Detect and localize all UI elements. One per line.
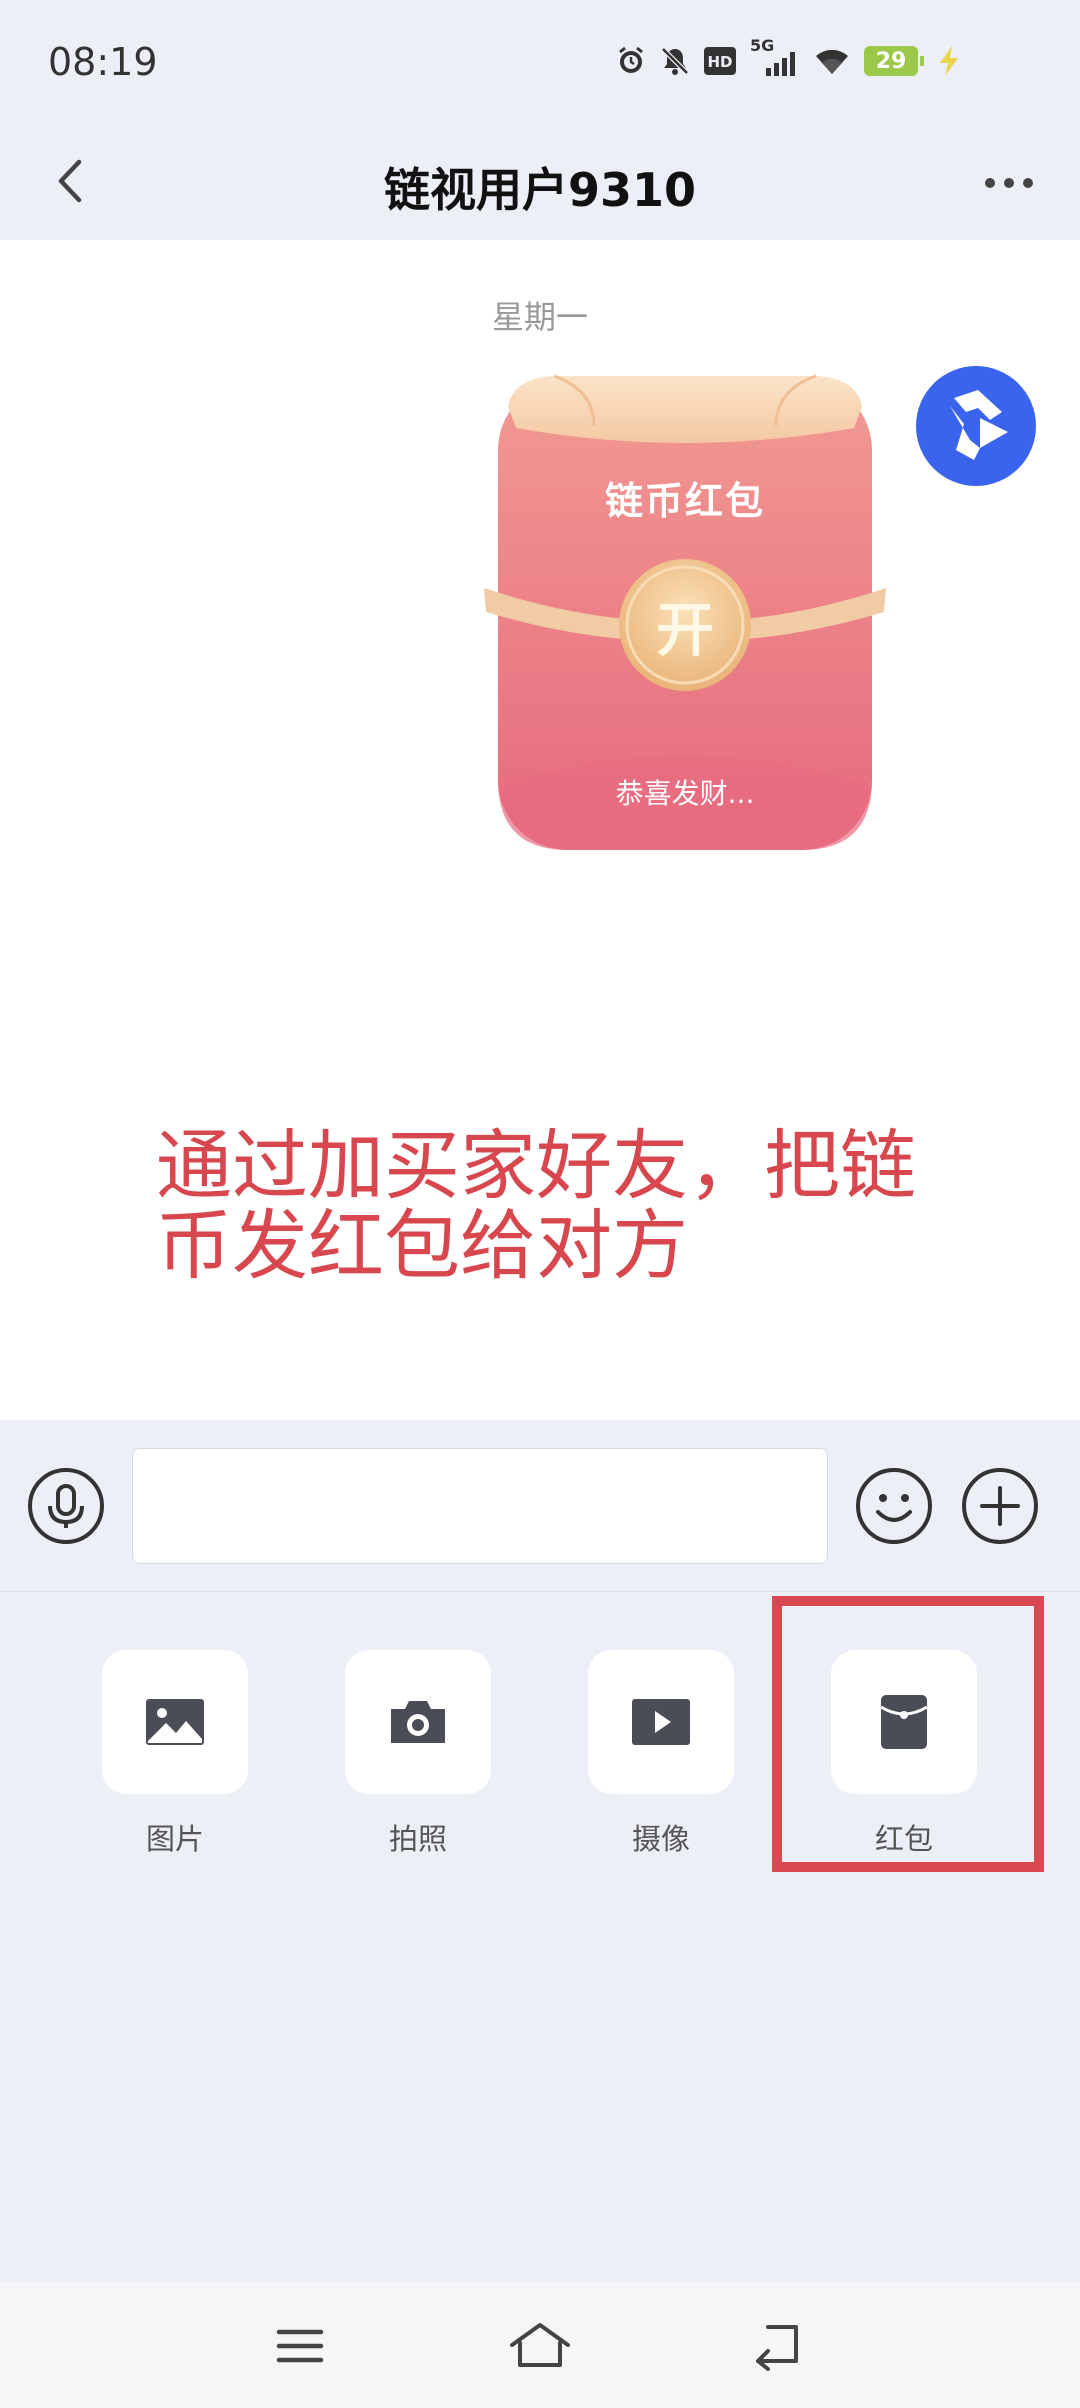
page-title: 链视用户9310 [383,163,697,217]
tool-image-box[interactable] [102,1650,248,1794]
wifi-icon [814,46,850,76]
tool-camera-box[interactable] [345,1650,491,1794]
battery-level: 29 [875,48,907,74]
home-icon [510,2323,570,2367]
message-input[interactable] [132,1448,828,1564]
nav-menu-button[interactable] [260,2306,340,2386]
image-icon [146,1699,204,1745]
tool-video[interactable]: 摄像 [588,1650,734,1858]
tool-video-box[interactable] [588,1650,734,1794]
red-packet-message[interactable]: 链币红包 开 恭喜发财... [484,366,886,860]
red-packet-greeting: 恭喜发财... [615,777,755,810]
status-icons: HD 5G 29 [616,36,960,78]
camera-icon [391,1701,445,1743]
back-icon [756,2325,798,2371]
signal-5g-icon: 5G [750,36,800,78]
alarm-icon [616,46,646,76]
tool-image-label: 图片 [145,1822,204,1856]
plus-icon [962,1468,1038,1544]
highlight-box [772,1596,1044,1872]
battery-icon: 29 [864,46,924,76]
emoji-button[interactable] [854,1466,934,1546]
input-bar [0,1420,1080,1592]
charging-icon [938,46,960,76]
red-packet-title: 链币红包 [604,479,765,523]
network-label: 5G [750,36,775,55]
video-icon [632,1699,690,1745]
more-dots-icon [984,174,1034,193]
header: 链视用户9310 [0,126,1080,240]
avatar[interactable] [916,366,1036,486]
chat-area[interactable]: 星期一 链币红包 开 恭喜发财... 通过加买家好友，把链币发红包给对方 [0,240,1080,1420]
status-time: 08:19 [48,40,158,84]
hd-icon: HD [704,47,736,75]
plus-button[interactable] [960,1466,1040,1546]
red-packet-open-button[interactable]: 开 [626,566,744,684]
hd-label: HD [707,53,732,71]
nav-home-button[interactable] [500,2306,580,2386]
microphone-icon [28,1468,104,1544]
logo-icon [918,368,1034,484]
status-bar: 08:19 HD 5G 29 [0,0,1080,126]
voice-button[interactable] [26,1466,106,1546]
menu-icon [276,2329,324,2363]
more-button[interactable] [974,148,1044,218]
annotation-text: 通过加买家好友，把链币发红包给对方 [156,1121,916,1290]
tool-camera-label: 拍照 [388,1822,447,1856]
system-nav-bar [0,2282,1080,2408]
nav-back-button[interactable] [740,2306,820,2386]
tool-image[interactable]: 图片 [102,1650,248,1858]
mute-icon [660,46,690,76]
tool-video-label: 摄像 [631,1822,690,1856]
smiley-icon [856,1468,932,1544]
date-separator: 星期一 [491,298,588,336]
tool-camera[interactable]: 拍照 [345,1650,491,1858]
